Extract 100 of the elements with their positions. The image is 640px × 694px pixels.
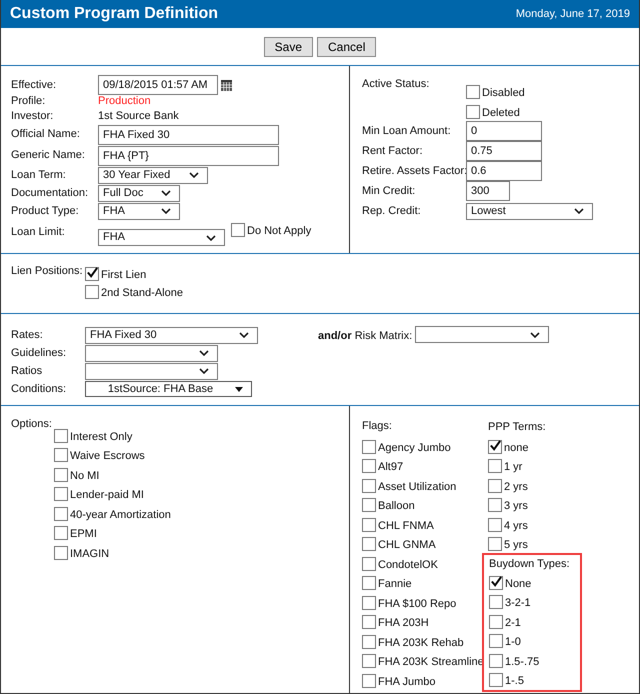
checkbox[interactable] bbox=[489, 614, 503, 628]
checkbox[interactable] bbox=[362, 556, 376, 570]
checkbox-label: CHL FNMA bbox=[378, 520, 434, 532]
select-field[interactable]: FHA bbox=[98, 202, 180, 220]
caret-icon bbox=[235, 386, 243, 392]
checkbox[interactable] bbox=[488, 518, 502, 532]
field-label: Min Credit: bbox=[362, 184, 416, 199]
checkbox-label: 2nd Stand-Alone bbox=[101, 288, 183, 299]
checkbox-label: 5 yrs bbox=[504, 540, 528, 551]
checkbox-label: 3-2-1 bbox=[505, 598, 531, 609]
text-field[interactable]: 300 bbox=[466, 181, 510, 201]
field-label: Guidelines: bbox=[11, 346, 68, 361]
checkbox[interactable] bbox=[489, 576, 503, 590]
checkbox-label: Agency Jumbo bbox=[378, 442, 451, 454]
select-field[interactable]: 30 Year Fixed bbox=[98, 166, 208, 184]
chevron-down-icon bbox=[161, 190, 171, 196]
field-label: Official Name: bbox=[11, 127, 81, 142]
checkbox[interactable] bbox=[362, 674, 376, 688]
checkbox-label: First Lien bbox=[101, 270, 146, 281]
calendar-icon[interactable] bbox=[221, 80, 232, 90]
checkbox[interactable] bbox=[488, 478, 502, 492]
checkbox[interactable] bbox=[362, 596, 376, 610]
checkbox[interactable] bbox=[488, 459, 502, 473]
select-field[interactable] bbox=[85, 344, 218, 362]
checkbox[interactable] bbox=[362, 459, 376, 473]
checkbox[interactable] bbox=[54, 428, 68, 442]
chevron-down-icon bbox=[206, 234, 216, 240]
checkbox[interactable] bbox=[54, 448, 68, 462]
checkbox[interactable] bbox=[489, 654, 503, 668]
checkbox[interactable] bbox=[488, 537, 502, 551]
checkbox-label: Asset Utilization bbox=[378, 482, 456, 492]
field-label: Loan Term: bbox=[11, 168, 67, 183]
checkbox-label: 1.5-.75 bbox=[505, 656, 540, 668]
select-field[interactable] bbox=[85, 362, 218, 380]
checkbox[interactable] bbox=[489, 673, 503, 687]
checkbox[interactable] bbox=[362, 498, 376, 512]
chevron-down-icon bbox=[239, 332, 249, 338]
select-field[interactable]: FHA bbox=[98, 229, 225, 246]
checkbox[interactable] bbox=[85, 267, 99, 281]
checkbox-label: Waive Escrows bbox=[70, 451, 145, 462]
checkbox[interactable] bbox=[466, 85, 480, 99]
field-label: Conditions: bbox=[11, 382, 68, 397]
checkbox[interactable] bbox=[489, 634, 503, 648]
action-button[interactable]: Save bbox=[264, 36, 313, 56]
chevron-down-icon bbox=[574, 208, 584, 214]
checkbox-label: FHA $100 Repo bbox=[378, 598, 456, 610]
field-label: Lien Positions: bbox=[11, 264, 84, 279]
checkbox[interactable] bbox=[489, 595, 503, 609]
action-button[interactable]: Cancel bbox=[317, 36, 376, 56]
checkbox[interactable] bbox=[54, 506, 68, 520]
window-title: Custom Program Definition bbox=[10, 4, 218, 24]
checkbox-label: No MI bbox=[70, 470, 100, 482]
check-icon bbox=[489, 438, 502, 452]
checkbox-label: FHA Jumbo bbox=[378, 676, 436, 688]
field-label: Options: bbox=[11, 417, 53, 432]
text-field[interactable]: 0 bbox=[466, 121, 542, 141]
text-field[interactable]: 0.6 bbox=[466, 161, 542, 181]
select-field[interactable] bbox=[415, 326, 550, 343]
field-label: Investor: bbox=[11, 109, 54, 124]
text-field[interactable]: FHA Fixed 30 bbox=[98, 124, 279, 144]
select-field[interactable]: Lowest bbox=[466, 202, 593, 220]
checkbox[interactable] bbox=[54, 468, 68, 482]
check-icon bbox=[490, 574, 503, 588]
text-field[interactable]: 09/18/2015 01:57 AM bbox=[98, 75, 218, 95]
checkbox-label: FHA 203K Streamline bbox=[378, 657, 484, 668]
checkbox[interactable] bbox=[54, 487, 68, 501]
field-label: and/or Risk Matrix: bbox=[318, 329, 412, 344]
checkbox[interactable] bbox=[362, 537, 376, 551]
checkbox-label: Do Not Apply bbox=[247, 226, 312, 237]
select-field[interactable]: FHA Fixed 30 bbox=[85, 326, 258, 344]
checkbox[interactable] bbox=[362, 634, 376, 648]
field-label: PPP Terms: bbox=[488, 420, 547, 433]
checkbox-label: CHL GNMA bbox=[378, 540, 436, 551]
field-label: Active Status: bbox=[362, 77, 430, 92]
select-field[interactable]: Full Doc bbox=[98, 184, 180, 202]
checkbox[interactable] bbox=[488, 440, 502, 454]
checkbox[interactable] bbox=[362, 518, 376, 532]
checkbox-label: Disabled bbox=[482, 88, 525, 99]
checkbox[interactable] bbox=[362, 440, 376, 454]
field-label: Min Loan Amount: bbox=[362, 124, 452, 139]
checkbox[interactable] bbox=[488, 498, 502, 512]
checkbox[interactable] bbox=[362, 654, 376, 668]
text-field[interactable]: 0.75 bbox=[466, 141, 542, 161]
checkbox-label: Balloon bbox=[378, 501, 415, 512]
checkbox[interactable] bbox=[362, 576, 376, 590]
checkbox-label: FHA 203H bbox=[378, 618, 429, 629]
checkbox[interactable] bbox=[466, 105, 480, 119]
checkbox[interactable] bbox=[231, 223, 245, 237]
text-field[interactable]: FHA {PT} bbox=[98, 146, 279, 166]
checkbox-label: 1-.5 bbox=[505, 676, 524, 687]
checkbox[interactable] bbox=[362, 478, 376, 492]
field-label: Generic Name: bbox=[11, 148, 86, 164]
field-label: Product Type: bbox=[11, 204, 80, 219]
checkbox[interactable] bbox=[362, 615, 376, 629]
checkbox[interactable] bbox=[54, 546, 68, 560]
chevron-down-icon bbox=[199, 368, 209, 374]
field-label: Profile: bbox=[11, 94, 46, 110]
checkbox[interactable] bbox=[85, 285, 99, 299]
checkbox[interactable] bbox=[54, 526, 68, 540]
dropdown[interactable]: 1stSource: FHA Base bbox=[85, 381, 252, 397]
